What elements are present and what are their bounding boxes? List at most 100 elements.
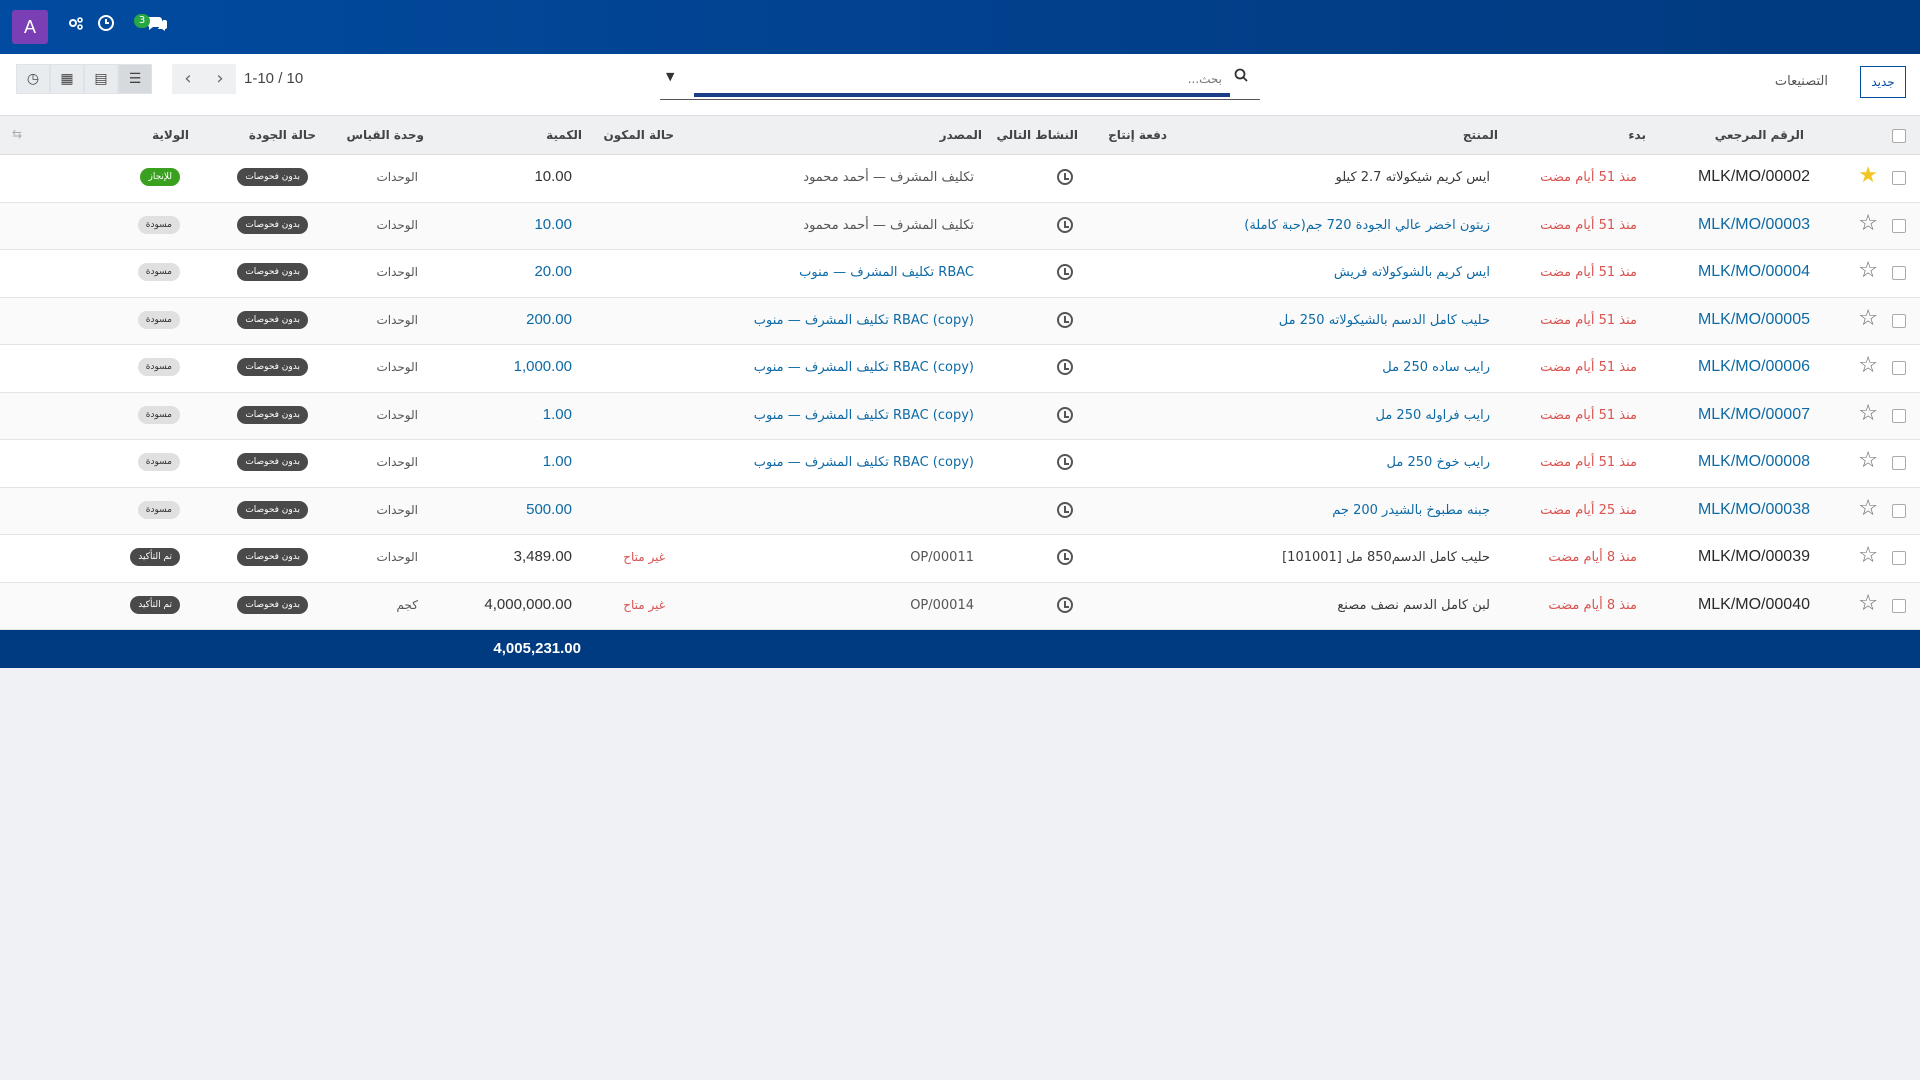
table-row[interactable]: ☆ MLK/MO/00008 منذ 51 أيام مضت رايب خوخ 250… xyxy=(0,440,1920,488)
next-activity-clock-icon[interactable] xyxy=(1057,264,1073,280)
top-navbar: A 3 xyxy=(0,0,1920,54)
reference-cell[interactable]: MLK/MO/00007 xyxy=(1698,406,1810,424)
row-checkbox[interactable] xyxy=(1892,551,1906,565)
header-uom[interactable]: وحدة القياس xyxy=(346,128,424,142)
header-quality-state[interactable]: حالة الجودة xyxy=(249,128,316,142)
reference-cell[interactable]: MLK/MO/00005 xyxy=(1698,311,1810,329)
header-next-activity[interactable]: النشاط التالي xyxy=(996,128,1078,142)
header-state[interactable]: الولاية xyxy=(152,128,189,142)
pager-value[interactable]: 1-10 / 10 xyxy=(244,70,303,87)
next-activity-clock-icon[interactable] xyxy=(1057,501,1073,518)
next-activity-clock-icon[interactable] xyxy=(1057,454,1073,470)
quantity-cell: 200.00 xyxy=(526,310,572,328)
next-activity-clock-icon[interactable] xyxy=(1057,169,1073,185)
row-checkbox[interactable] xyxy=(1892,313,1906,328)
priority-star-icon[interactable]: ☆ xyxy=(1858,592,1878,615)
reference-cell[interactable]: MLK/MO/00038 xyxy=(1698,501,1810,519)
product-cell[interactable]: رايب خوخ 250 مل xyxy=(1387,455,1490,470)
header-product[interactable]: المنتج xyxy=(1463,128,1498,142)
table-row[interactable]: ☆ MLK/MO/00007 منذ 51 أيام مضت رايب فراوله … xyxy=(0,392,1920,440)
next-activity-clock-icon[interactable] xyxy=(1057,311,1073,328)
next-activity-clock-icon[interactable] xyxy=(1057,549,1073,565)
table-row[interactable]: ☆ MLK/MO/00006 منذ 51 أيام مضت رايب ساده 25… xyxy=(0,345,1920,393)
user-avatar[interactable]: A xyxy=(12,10,48,44)
row-checkbox[interactable] xyxy=(1892,408,1906,423)
header-reference[interactable]: الرقم المرجعي xyxy=(1715,128,1804,142)
product-cell[interactable]: حليب كامل الدسم بالشيكولاته 250 مل xyxy=(1279,313,1490,328)
pager-next-button[interactable]: › xyxy=(204,64,236,94)
header-lot[interactable]: دفعة إنتاج xyxy=(1108,128,1167,142)
state-badge: مسودة xyxy=(137,500,180,519)
state-badge: مسودة xyxy=(137,215,180,234)
calendar-view-button[interactable]: ▦ xyxy=(50,64,84,94)
header-start[interactable]: بدء xyxy=(1628,128,1646,142)
row-checkbox[interactable] xyxy=(1892,171,1906,185)
reference-cell[interactable]: MLK/MO/00003 xyxy=(1698,216,1810,234)
next-activity-clock-icon[interactable] xyxy=(1057,596,1073,613)
pager-previous-button[interactable]: ‹ xyxy=(172,64,204,94)
activity-clock-icon[interactable] xyxy=(97,14,115,39)
source-cell: تكليف المشرف — أحمد محمود xyxy=(803,170,974,185)
kanban-view-button[interactable]: ▤ xyxy=(84,64,118,94)
select-all-checkbox[interactable] xyxy=(1892,129,1906,143)
uom-cell: الوحدات xyxy=(376,407,418,422)
kanban-icon: ▤ xyxy=(94,71,108,87)
product-cell[interactable]: لبن كامل الدسم نصف مصنع xyxy=(1337,598,1490,613)
product-cell[interactable]: ايس كريم بالشوكولاته فريش xyxy=(1334,265,1490,280)
quantity-cell: 10.00 xyxy=(534,168,572,185)
table-row[interactable]: ☆ MLK/MO/00038 منذ 25 أيام مضت جبنه مطبوخ ب… xyxy=(0,487,1920,535)
activity-view-button[interactable]: ◷ xyxy=(16,64,50,94)
reference-cell[interactable]: MLK/MO/00004 xyxy=(1698,263,1810,281)
quality-badge: بدون فحوصات xyxy=(237,405,308,424)
header-quantity[interactable]: الكمية xyxy=(546,128,582,142)
reference-cell[interactable]: MLK/MO/00002 xyxy=(1698,168,1810,186)
product-cell[interactable]: جبنه مطبوخ بالشيدر 200 جم xyxy=(1332,503,1490,518)
table-row[interactable]: ☆ MLK/MO/00040 منذ 8 أيام مضت لبن كامل الدس… xyxy=(0,582,1920,630)
product-cell[interactable]: رايب ساده 250 مل xyxy=(1382,360,1490,375)
next-activity-clock-icon[interactable] xyxy=(1057,216,1073,233)
product-cell[interactable]: رايب فراوله 250 مل xyxy=(1375,408,1490,423)
row-checkbox[interactable] xyxy=(1892,456,1906,470)
product-cell[interactable]: [101001] حليب كامل الدسم850 مل xyxy=(1282,550,1490,565)
reference-cell[interactable]: MLK/MO/00006 xyxy=(1698,358,1810,376)
header-component-status[interactable]: حالة المكون xyxy=(603,128,674,142)
start-date-cell: منذ 51 أيام مضت xyxy=(1540,170,1637,185)
header-source[interactable]: المصدر xyxy=(940,128,982,142)
priority-star-icon[interactable]: ☆ xyxy=(1858,545,1878,567)
row-checkbox[interactable] xyxy=(1892,361,1906,375)
priority-star-icon[interactable]: ☆ xyxy=(1858,355,1878,377)
search-input[interactable] xyxy=(696,68,1222,90)
row-checkbox[interactable] xyxy=(1892,503,1906,518)
table-row[interactable]: ☆ MLK/MO/00005 منذ 51 أيام مضت حليب كامل ال… xyxy=(0,297,1920,345)
component-status-cell: غير متاح xyxy=(623,550,665,564)
priority-star-icon[interactable]: ★ xyxy=(1858,165,1878,187)
list-view-button[interactable]: ☰ xyxy=(118,64,152,94)
table-row[interactable]: ☆ MLK/MO/00039 منذ 8 أيام مضت [101001] حليب… xyxy=(0,535,1920,583)
quantity-cell: 4,000,000.00 xyxy=(484,595,572,613)
next-activity-clock-icon[interactable] xyxy=(1057,359,1073,375)
row-checkbox[interactable] xyxy=(1892,218,1906,233)
column-settings-icon[interactable]: ⇆ xyxy=(12,127,22,141)
row-checkbox[interactable] xyxy=(1892,598,1906,613)
priority-star-icon[interactable]: ☆ xyxy=(1858,212,1878,235)
priority-star-icon[interactable]: ☆ xyxy=(1858,450,1878,472)
product-cell[interactable]: ايس كريم شيكولاته 2.7 كيلو xyxy=(1336,170,1491,185)
reference-cell[interactable]: MLK/MO/00008 xyxy=(1698,453,1810,471)
uom-cell: الوحدات xyxy=(376,265,418,279)
table-row[interactable]: ★ MLK/MO/00002 منذ 51 أيام مضت ايس كريم شيك… xyxy=(0,155,1920,203)
new-button[interactable]: جديد xyxy=(1860,66,1906,98)
table-row[interactable]: ☆ MLK/MO/00003 منذ 51 أيام مضت زيتون اخضر ع… xyxy=(0,202,1920,250)
next-activity-clock-icon[interactable] xyxy=(1057,406,1073,423)
row-checkbox[interactable] xyxy=(1892,266,1906,280)
reference-cell[interactable]: MLK/MO/00039 xyxy=(1698,548,1810,566)
priority-star-icon[interactable]: ☆ xyxy=(1858,260,1878,282)
table-row[interactable]: ☆ MLK/MO/00004 منذ 51 أيام مضت ايس كريم بال… xyxy=(0,250,1920,298)
source-cell: تكليف المشرف — منوب RBAC xyxy=(799,265,974,280)
caret-down-icon[interactable]: ▼ xyxy=(666,70,674,83)
priority-star-icon[interactable]: ☆ xyxy=(1858,307,1878,330)
settings-users-icon[interactable] xyxy=(68,14,84,38)
reference-cell[interactable]: MLK/MO/00040 xyxy=(1698,596,1810,614)
product-cell[interactable]: زيتون اخضر عالي الجودة 720 جم(حبة كاملة) xyxy=(1244,218,1490,233)
priority-star-icon[interactable]: ☆ xyxy=(1858,497,1878,520)
priority-star-icon[interactable]: ☆ xyxy=(1858,402,1878,425)
